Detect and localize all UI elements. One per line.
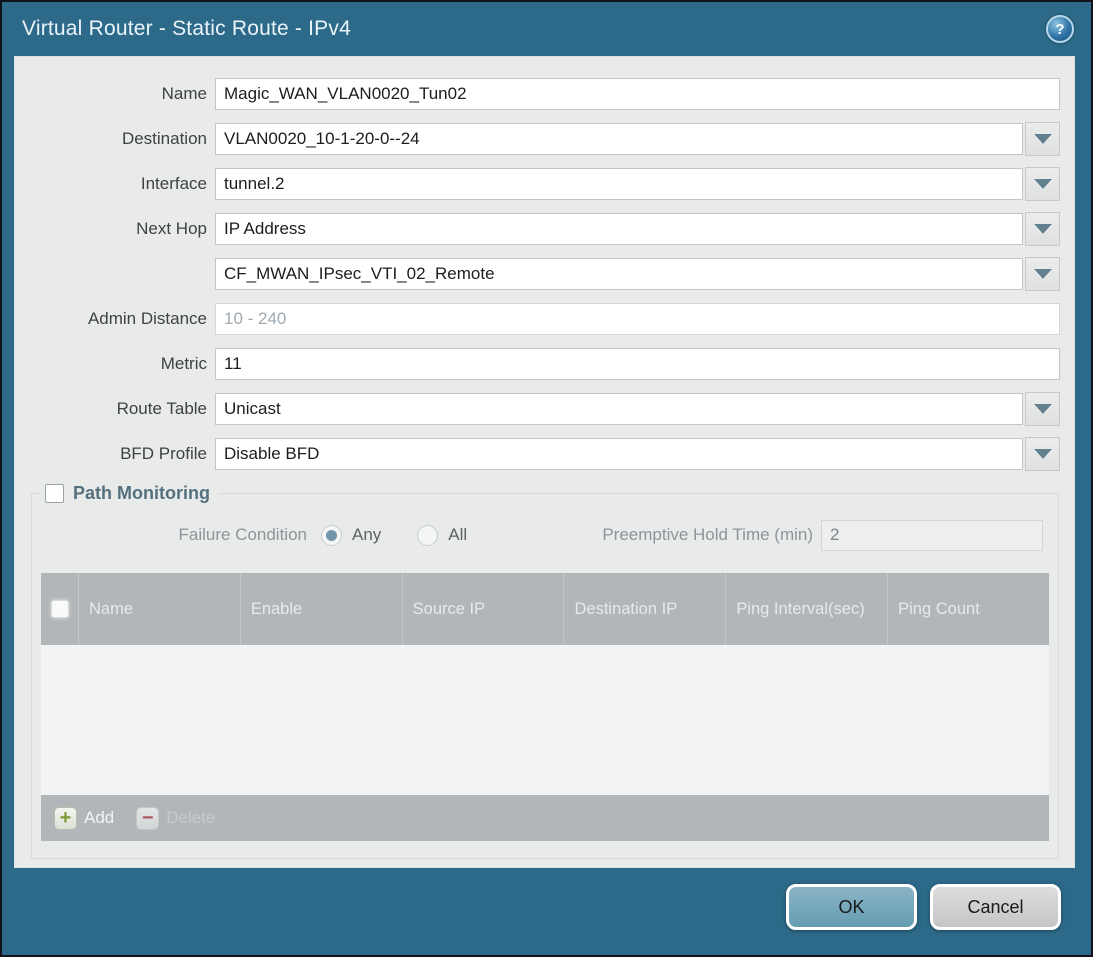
chevron-down-icon [1034, 404, 1052, 414]
failure-condition-any-radio[interactable] [321, 525, 342, 546]
chevron-down-icon [1034, 449, 1052, 459]
column-header-ping-count: Ping Count [887, 573, 1049, 645]
table-header: Name Enable Source IP Destination IP Pin… [41, 573, 1049, 645]
destination-input[interactable] [215, 123, 1023, 155]
add-button-label: Add [84, 808, 114, 828]
table-body-empty [41, 645, 1049, 795]
metric-input[interactable] [215, 348, 1060, 380]
delete-button-label: Delete [166, 808, 215, 828]
path-monitoring-checkbox[interactable] [45, 484, 64, 503]
delete-minus-icon: − [136, 807, 159, 830]
dialog-title: Virtual Router - Static Route - IPv4 [22, 17, 351, 41]
select-all-checkbox[interactable] [51, 600, 69, 618]
help-icon[interactable]: ? [1046, 15, 1074, 43]
column-header-source-ip: Source IP [402, 573, 564, 645]
delete-button[interactable]: − Delete [136, 807, 215, 830]
next-hop-row: Next Hop [15, 206, 1060, 251]
form-rows: Name Destination Interface Next Hop [15, 57, 1074, 476]
preemptive-hold-time-label: Preemptive Hold Time (min) [602, 525, 813, 545]
path-monitoring-section: Path Monitoring Failure Condition Any Al… [31, 483, 1059, 859]
bfd-profile-label: BFD Profile [15, 444, 207, 464]
route-table-input[interactable] [215, 393, 1023, 425]
interface-input[interactable] [215, 168, 1023, 200]
cancel-button[interactable]: Cancel [930, 884, 1061, 930]
failure-condition-any-label: Any [352, 525, 381, 545]
failure-condition-row: Failure Condition Any All Preemptive Hol… [41, 512, 1049, 558]
chevron-down-icon [1034, 224, 1052, 234]
admin-distance-input[interactable] [215, 303, 1060, 335]
route-table-dropdown-button[interactable] [1025, 392, 1060, 426]
admin-distance-label: Admin Distance [15, 309, 207, 329]
interface-dropdown-button[interactable] [1025, 167, 1060, 201]
chevron-down-icon [1034, 179, 1052, 189]
name-row: Name [15, 71, 1060, 116]
metric-label: Metric [15, 354, 207, 374]
column-header-name: Name [78, 573, 240, 645]
name-input[interactable] [215, 78, 1060, 110]
failure-condition-label: Failure Condition [41, 525, 307, 545]
route-table-label: Route Table [15, 399, 207, 419]
destination-row: Destination [15, 116, 1060, 161]
table-toolbar: + Add − Delete [41, 795, 1049, 841]
failure-condition-all-radio[interactable] [417, 525, 438, 546]
destination-label: Destination [15, 129, 207, 149]
ok-button[interactable]: OK [786, 884, 917, 930]
help-glyph: ? [1055, 21, 1064, 38]
column-header-destination-ip: Destination IP [563, 573, 725, 645]
add-plus-icon: + [54, 807, 77, 830]
static-route-dialog: Virtual Router - Static Route - IPv4 ? N… [0, 0, 1093, 957]
next-hop-label: Next Hop [15, 219, 207, 239]
next-hop-address-input[interactable] [215, 258, 1023, 290]
failure-condition-all-label: All [448, 525, 467, 545]
next-hop-type-dropdown-button[interactable] [1025, 212, 1060, 246]
name-label: Name [15, 84, 207, 104]
dialog-body: Name Destination Interface Next Hop [14, 56, 1075, 868]
preemptive-hold-time-input[interactable] [821, 520, 1043, 551]
bfd-profile-row: BFD Profile [15, 431, 1060, 476]
select-all-cell [41, 573, 78, 645]
next-hop-address-row [15, 251, 1060, 296]
interface-label: Interface [15, 174, 207, 194]
path-monitoring-table: Name Enable Source IP Destination IP Pin… [41, 573, 1049, 841]
path-monitoring-legend: Path Monitoring [41, 483, 218, 504]
metric-row: Metric [15, 341, 1060, 386]
admin-distance-row: Admin Distance [15, 296, 1060, 341]
column-header-enable: Enable [240, 573, 402, 645]
column-header-ping-interval: Ping Interval(sec) [725, 573, 887, 645]
chevron-down-icon [1034, 134, 1052, 144]
destination-dropdown-button[interactable] [1025, 122, 1060, 156]
next-hop-address-dropdown-button[interactable] [1025, 257, 1060, 291]
dialog-titlebar: Virtual Router - Static Route - IPv4 [2, 2, 1091, 55]
bfd-profile-input[interactable] [215, 438, 1023, 470]
path-monitoring-title: Path Monitoring [73, 483, 210, 504]
route-table-row: Route Table [15, 386, 1060, 431]
interface-row: Interface [15, 161, 1060, 206]
bfd-profile-dropdown-button[interactable] [1025, 437, 1060, 471]
add-button[interactable]: + Add [54, 807, 114, 830]
next-hop-type-input[interactable] [215, 213, 1023, 245]
chevron-down-icon [1034, 269, 1052, 279]
